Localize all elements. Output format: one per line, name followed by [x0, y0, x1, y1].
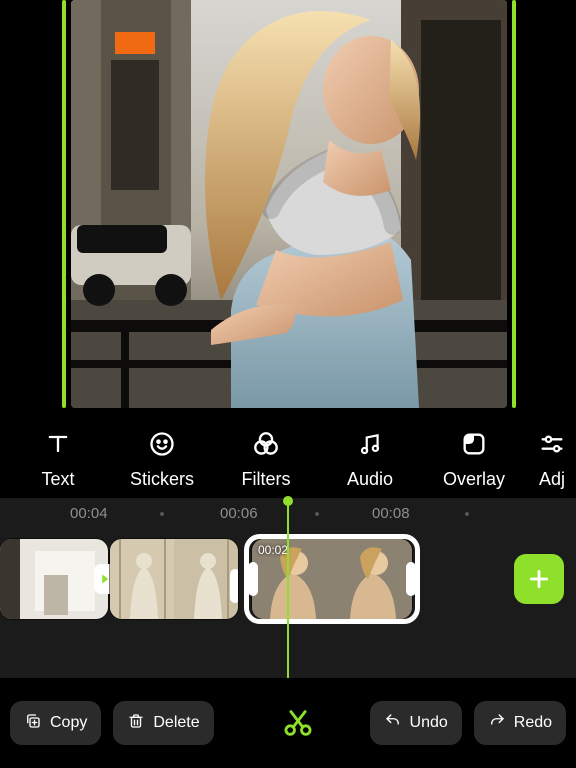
tool-overlay[interactable]: Overlay: [422, 429, 526, 490]
undo-button[interactable]: Undo: [370, 701, 462, 745]
ruler-dot: [315, 512, 319, 516]
copy-icon: [24, 712, 42, 735]
redo-label: Redo: [514, 714, 552, 732]
delete-button[interactable]: Delete: [113, 701, 213, 745]
copy-label: Copy: [50, 714, 87, 732]
tool-filters-label: Filters: [242, 469, 291, 490]
tool-stickers[interactable]: Stickers: [110, 429, 214, 490]
tool-audio[interactable]: Audio: [318, 429, 422, 490]
tool-adjust-label: Adj: [539, 469, 565, 490]
clip-duration-label: 00:02: [258, 543, 288, 557]
preview-guide-left: [62, 0, 66, 408]
clip[interactable]: [110, 539, 238, 619]
ruler-mark: 00:04: [70, 505, 108, 522]
copy-button[interactable]: Copy: [10, 701, 101, 745]
ruler-mark: 00:06: [220, 505, 258, 522]
tool-text[interactable]: Text: [6, 429, 110, 490]
split-button[interactable]: [270, 695, 326, 751]
tool-stickers-label: Stickers: [130, 469, 194, 490]
tool-row: Text Stickers Filters: [0, 408, 576, 498]
tool-filters[interactable]: Filters: [214, 429, 318, 490]
preview-guide-right: [512, 0, 516, 408]
text-icon: [43, 429, 73, 459]
redo-icon: [488, 712, 506, 735]
filters-icon: [251, 429, 281, 459]
tool-audio-label: Audio: [347, 469, 393, 490]
preview-area: [0, 0, 576, 408]
ruler-dot: [160, 512, 164, 516]
audio-icon: [355, 429, 385, 459]
adjust-icon: [537, 429, 567, 459]
sticker-icon: [147, 429, 177, 459]
playhead[interactable]: [287, 498, 289, 678]
clip-trim-handle-right[interactable]: [406, 562, 416, 596]
redo-button[interactable]: Redo: [474, 701, 566, 745]
clip-trim-handle[interactable]: [230, 569, 238, 603]
timeline[interactable]: 00:04 00:06 00:08: [0, 498, 576, 678]
add-clip-button[interactable]: [514, 554, 564, 604]
clip-selected[interactable]: 00:02: [252, 539, 412, 619]
tool-overlay-label: Overlay: [443, 469, 505, 490]
delete-label: Delete: [153, 714, 199, 732]
trash-icon: [127, 712, 145, 735]
ruler-mark: 00:08: [372, 505, 410, 522]
overlay-icon: [459, 429, 489, 459]
clip[interactable]: [0, 539, 108, 619]
bottom-toolbar: Copy Delete Undo: [0, 678, 576, 768]
tool-adjust[interactable]: Adj: [526, 429, 576, 490]
ruler-dot: [465, 512, 469, 516]
clip-trim-handle-left[interactable]: [248, 562, 258, 596]
preview-image[interactable]: [71, 0, 507, 408]
undo-icon: [384, 712, 402, 735]
tool-text-label: Text: [41, 469, 74, 490]
undo-label: Undo: [410, 714, 448, 732]
